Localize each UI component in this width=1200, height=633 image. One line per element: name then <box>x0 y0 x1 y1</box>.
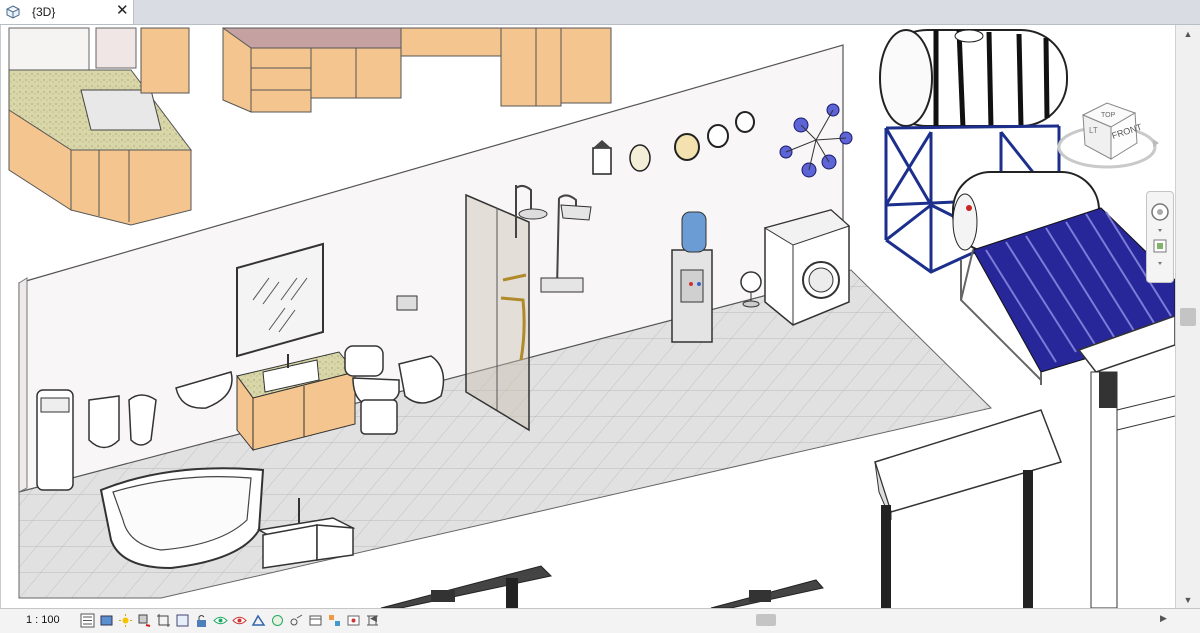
3d-view-icon <box>6 5 20 19</box>
vertical-scroll-thumb[interactable] <box>1180 308 1196 326</box>
steering-wheel-icon[interactable] <box>1151 203 1169 221</box>
analytical-model-icon[interactable] <box>251 613 266 628</box>
model-canvas[interactable] <box>1 25 1175 608</box>
3d-viewport[interactable]: TOP FRONT LT <box>0 25 1175 608</box>
floor-lamp-model <box>740 271 762 308</box>
show-crop-icon[interactable] <box>175 613 190 628</box>
vertical-scrollbar[interactable]: ▲ ▼ <box>1175 25 1200 608</box>
horizontal-scrollbar[interactable]: ◀ ▶ <box>370 613 1170 628</box>
visual-style-icon[interactable] <box>99 613 114 628</box>
view-tab-bar: {3D} ✕ <box>0 0 1200 25</box>
washing-machine-model <box>763 209 850 326</box>
crop-view-icon[interactable] <box>156 613 171 628</box>
view-control-bar: 1 : 100 ◀ ▶ <box>0 608 1200 633</box>
worksharing-icon[interactable] <box>308 613 323 628</box>
steering-dropdown-icon[interactable] <box>1158 229 1162 232</box>
viewcube-top-label: TOP <box>1101 112 1116 119</box>
scroll-up-icon[interactable]: ▲ <box>1182 29 1194 39</box>
view-scale[interactable]: 1 : 100 <box>26 614 60 626</box>
shadows-icon[interactable] <box>137 613 152 628</box>
select-links-icon[interactable] <box>346 613 361 628</box>
horizontal-scroll-thumb[interactable] <box>756 614 776 626</box>
view-cube[interactable]: TOP FRONT LT <box>1053 87 1161 187</box>
design-options-icon[interactable] <box>327 613 342 628</box>
zoom-dropdown-icon[interactable] <box>1158 262 1162 265</box>
close-tab-icon[interactable]: ✕ <box>116 3 129 19</box>
tab-3d-view[interactable]: {3D} ✕ <box>0 0 134 24</box>
view-control-icons <box>80 613 380 629</box>
kitchen-corner-model <box>8 27 192 226</box>
highlight-displacement-icon[interactable] <box>270 613 285 628</box>
tab-label: {3D} <box>32 5 56 19</box>
reveal-hidden-icon[interactable] <box>232 613 247 628</box>
sun-path-icon[interactable] <box>118 613 133 628</box>
navigation-bar <box>1146 191 1174 283</box>
flush-plate-model <box>396 295 418 311</box>
kitchen-cabinets-model <box>222 27 612 113</box>
constraints-icon[interactable] <box>289 613 304 628</box>
viewcube-left-label: LT <box>1089 126 1098 135</box>
zoom-region-icon[interactable] <box>1153 239 1167 253</box>
detail-level-icon[interactable] <box>80 613 95 628</box>
scroll-right-icon[interactable]: ▶ <box>1160 613 1167 624</box>
lower-frames-model <box>380 565 824 608</box>
scroll-down-icon[interactable]: ▼ <box>1182 595 1194 605</box>
temporary-hide-icon[interactable] <box>213 613 228 628</box>
scroll-left-icon[interactable]: ◀ <box>370 613 377 624</box>
unlock-3d-icon[interactable] <box>194 613 209 628</box>
